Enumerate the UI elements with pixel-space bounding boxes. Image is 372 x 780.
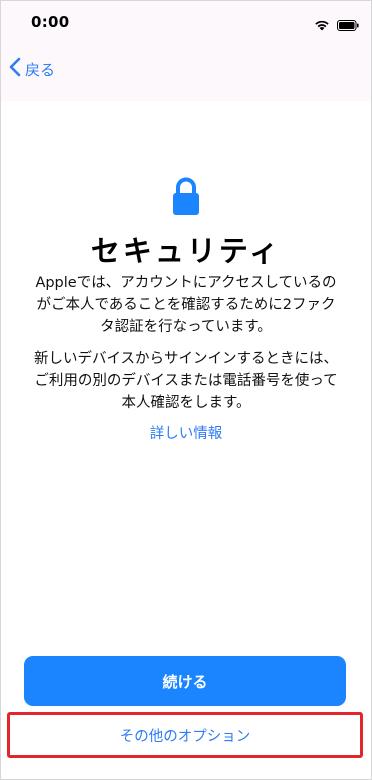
wifi-icon bbox=[314, 16, 330, 35]
battery-icon bbox=[337, 16, 359, 35]
chevron-left-icon bbox=[9, 57, 21, 81]
top-bar: 0:00 戻る bbox=[1, 1, 371, 101]
description-paragraph-2: 新しいデバイスからサインインするときには、ご利用の別のデバイスまたは電話番号を使… bbox=[33, 351, 339, 411]
back-button[interactable]: 戻る bbox=[9, 57, 55, 81]
page-title: セキュリティ bbox=[90, 234, 282, 268]
lock-icon bbox=[171, 176, 201, 220]
back-label: 戻る bbox=[25, 60, 56, 79]
status-time: 0:00 bbox=[31, 13, 70, 31]
other-options-button[interactable]: その他のオプション bbox=[10, 715, 360, 755]
description-paragraph-1: Appleでは、アカウントにアクセスしているのがご本人であることを確認するために… bbox=[35, 275, 337, 335]
learn-more-link[interactable]: 詳しい情報 bbox=[0, 422, 372, 443]
continue-button[interactable]: 続ける bbox=[24, 656, 346, 706]
